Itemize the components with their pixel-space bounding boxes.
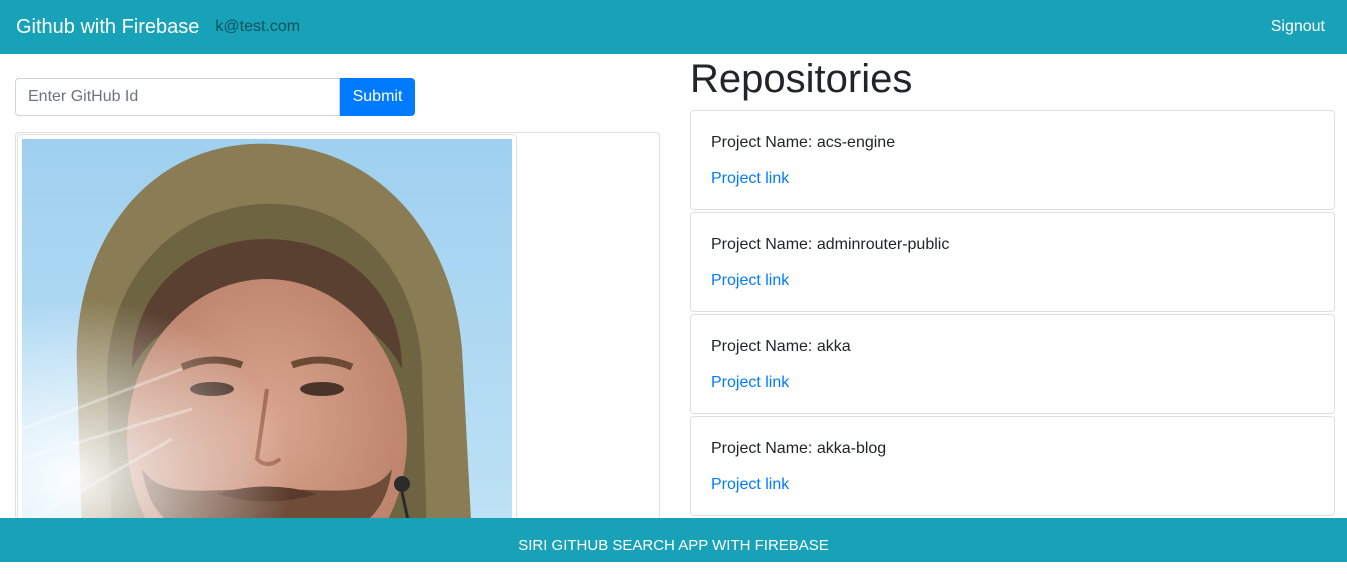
page-footer: SIRI GITHUB SEARCH APP WITH FIREBASE xyxy=(0,518,1347,562)
repository-name: Project Name: akka-blog xyxy=(711,440,887,457)
repository-card: Project Name: acs-engine Project link xyxy=(690,110,1335,210)
repository-card: Project Name: adminrouter-public Project… xyxy=(690,212,1335,312)
avatar-frame xyxy=(17,134,517,531)
project-link[interactable]: Project link xyxy=(711,371,789,395)
search-form: Submit xyxy=(15,78,415,116)
project-link[interactable]: Project link xyxy=(711,167,789,191)
repositories-heading: Repositories xyxy=(690,57,913,101)
brand-title[interactable]: Github with Firebase xyxy=(16,16,199,39)
top-navbar: Github with Firebase k@test.com Signout xyxy=(0,0,1347,54)
user-email: k@test.com xyxy=(215,18,301,35)
avatar-photo xyxy=(22,139,512,529)
repository-card: Project Name: akka Project link xyxy=(690,314,1335,414)
project-link[interactable]: Project link xyxy=(711,269,789,293)
repository-list: Project Name: acs-engine Project link Pr… xyxy=(690,110,1335,518)
repository-name: Project Name: acs-engine xyxy=(711,134,896,151)
signout-link[interactable]: Signout xyxy=(1271,18,1325,36)
profile-card xyxy=(15,132,660,532)
repository-name: Project Name: akka xyxy=(711,338,851,355)
user-photo-icon xyxy=(22,139,512,529)
project-link[interactable]: Project link xyxy=(711,473,789,497)
github-id-input[interactable] xyxy=(15,78,340,116)
submit-button[interactable]: Submit xyxy=(340,78,415,116)
repository-card: Project Name: akka-blog Project link xyxy=(690,416,1335,516)
repository-name: Project Name: adminrouter-public xyxy=(711,236,950,253)
